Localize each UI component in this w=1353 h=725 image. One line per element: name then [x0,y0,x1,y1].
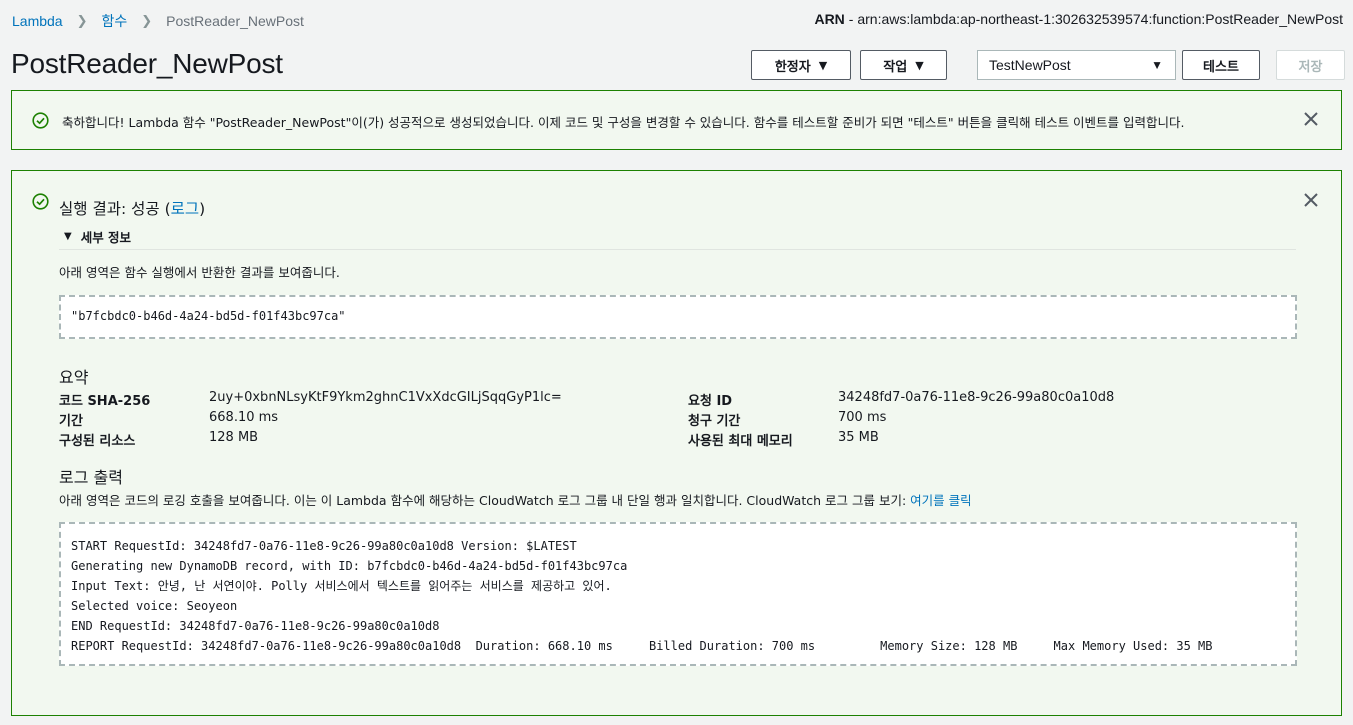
execution-status: 실행 결과: 성공 ( [59,200,171,218]
title-suffix: ) [199,200,206,218]
test-event-select[interactable]: TestNewPost ▼ [977,50,1176,80]
flash-message: 축하합니다! Lambda 함수 "PostReader_NewPost"이(가… [62,115,1185,130]
summary-title: 요약 [59,368,89,387]
check-circle-icon [32,193,49,210]
summary-code-sha-label: 코드 SHA-256 [59,394,151,409]
log-line: Generating new DynamoDB record, with ID:… [71,559,628,573]
summary-resources-label: 구성된 리소스 [59,434,136,449]
execution-result-title: 실행 결과: 성공 (로그) [59,197,205,219]
summary-resources-value: 128 MB [209,430,259,445]
result-description: 아래 영역은 함수 실행에서 반환한 결과를 보여줍니다. [59,265,340,280]
log-line: START RequestId: 34248fd7-0a76-11e8-9c26… [71,539,577,553]
logs-link[interactable]: 로그 [171,200,200,218]
chevron-right-icon: ❯ [76,13,88,28]
result-output-box: "b7fcbdc0-b46d-4a24-bd5d-f01f43bc97ca" [59,295,1297,339]
success-flash-banner: 축하합니다! Lambda 함수 "PostReader_NewPost"이(가… [11,90,1342,150]
log-output-description: 아래 영역은 코드의 로깅 호출을 보여줍니다. 이는 이 Lambda 함수에… [59,490,972,509]
log-line: END RequestId: 34248fd7-0a76-11e8-9c26-9… [71,619,440,633]
log-output-box: START RequestId: 34248fd7-0a76-11e8-9c26… [59,522,1297,666]
log-desc-text: 아래 영역은 코드의 로깅 호출을 보여줍니다. 이는 이 Lambda 함수에… [59,493,911,508]
log-line: Input Text: 안녕, 난 서연이야. Polly 서비스에서 텍스트를… [71,579,612,593]
log-output-title: 로그 출력 [59,468,123,487]
actions-button[interactable]: 작업 ▼ [860,50,947,80]
function-arn: ARN - arn:aws:lambda:ap-northeast-1:30263… [814,11,1343,27]
summary-request-id-value: 34248fd7-0a76-11e8-9c26-99a80c0a10d8 [838,390,1115,405]
caret-down-icon: ▼ [915,58,924,72]
summary-duration-label: 기간 [59,414,83,429]
test-button[interactable]: 테스트 [1182,50,1260,80]
divider [59,249,1296,250]
qualifiers-label: 한정자 [774,59,811,75]
details-label: 세부 정보 [80,230,132,245]
caret-down-icon: ▼ [818,58,828,72]
summary-billed-label: 청구 기간 [688,414,741,429]
summary-billed-value: 700 ms [838,410,887,425]
page-title: PostReader_NewPost [11,48,283,79]
summary-max-memory-value: 35 MB [838,430,879,445]
function-toolbar: 한정자 ▼ 작업 ▼ TestNewPost ▼ 테스트 저장 [751,50,1345,80]
cloudwatch-link[interactable]: 여기를 클릭 [910,493,971,508]
qualifiers-button[interactable]: 한정자 ▼ [751,50,851,80]
summary-duration-value: 668.10 ms [209,410,279,425]
close-icon[interactable] [1303,111,1319,127]
save-label: 저장 [1298,59,1323,75]
log-line: Selected voice: Seoyeon [71,599,238,613]
details-toggle[interactable]: ▼ 세부 정보 [64,227,131,246]
execution-result-panel: 실행 결과: 성공 (로그) ▼ 세부 정보 아래 영역은 함수 실행에서 반환… [11,170,1342,716]
close-icon[interactable] [1303,192,1319,208]
arn-label: ARN [814,11,845,27]
test-event-selected: TestNewPost [989,57,1071,73]
chevron-right-icon: ❯ [141,13,153,28]
breadcrumb-lambda[interactable]: Lambda [12,13,63,29]
caret-down-icon: ▼ [64,231,72,242]
summary-max-memory-label: 사용된 최대 메모리 [688,434,793,449]
log-line: REPORT RequestId: 34248fd7-0a76-11e8-9c2… [71,639,1213,653]
summary-request-id-label: 요청 ID [688,394,733,409]
check-circle-icon [32,112,49,129]
caret-down-icon: ▼ [1151,58,1163,72]
breadcrumb-functions[interactable]: 함수 [102,11,128,31]
breadcrumb-current: PostReader_NewPost [166,13,304,29]
actions-label: 작업 [883,59,908,75]
summary-code-sha-value: 2uy+0xbnNLsyKtF9Ykm2ghnC1VxXdcGILjSqqGyP… [209,390,562,405]
breadcrumb: Lambda ❯ 함수 ❯ PostReader_NewPost [12,11,304,31]
test-label: 테스트 [1203,59,1239,75]
save-button[interactable]: 저장 [1276,50,1345,80]
arn-value: - arn:aws:lambda:ap-northeast-1:30263253… [848,11,1343,27]
result-value: "b7fcbdc0-b46d-4a24-bd5d-f01f43bc97ca" [71,309,346,323]
